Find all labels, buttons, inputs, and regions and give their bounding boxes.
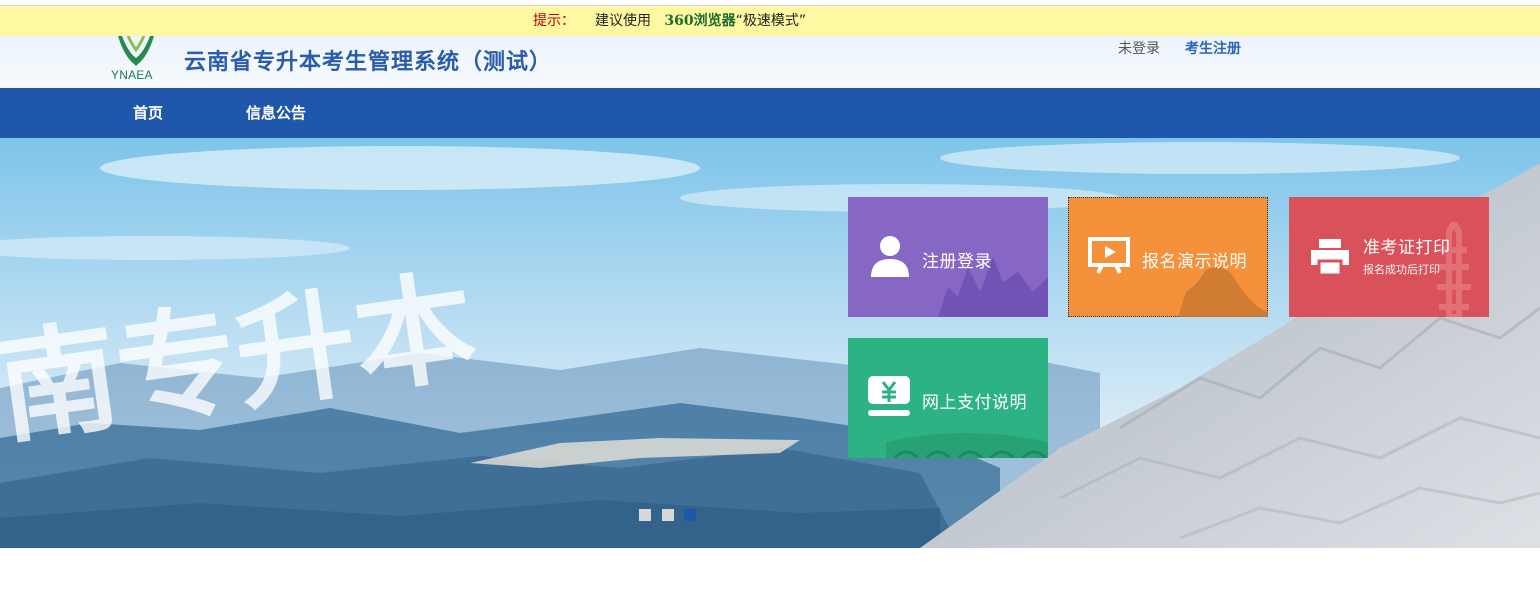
tile-admission-print[interactable]: 准考证打印 报名成功后打印 <box>1289 197 1489 317</box>
tile-register-label: 注册登录 <box>922 252 992 272</box>
tile-online-payment[interactable]: 网上支付说明 <box>848 338 1048 458</box>
slider-dot[interactable] <box>662 509 674 521</box>
tile-demo-label: 报名演示说明 <box>1142 252 1247 272</box>
main-nav: 首页 信息公告 <box>0 88 1540 138</box>
tip-mode: “极速模式” <box>735 13 807 29</box>
bridge-decoration <box>886 433 1048 458</box>
site-header: YNAEA 云南省专升本考生管理系统（测试） 未登录 考生注册 <box>0 36 1540 88</box>
hero-banner: 南专升本 注册登录 报名演示说明 准考证打印 报名成功后打印 网上支付说明 <box>0 138 1540 548</box>
site-title: 云南省专升本考生管理系统（测试） <box>184 49 553 75</box>
browser-tip-bar: 提示： 建议使用 360浏览器“极速模式” <box>0 5 1540 36</box>
login-status: 未登录 <box>1118 41 1160 57</box>
printer-icon <box>1311 239 1349 277</box>
tile-print-sublabel: 报名成功后打印 <box>1363 263 1440 276</box>
tile-print-label: 准考证打印 <box>1363 238 1451 258</box>
tip-text-prefix: 建议使用 <box>595 13 651 29</box>
user-icon <box>871 236 909 277</box>
tile-registration-demo[interactable]: 报名演示说明 <box>1068 197 1268 317</box>
yuan-icon <box>868 376 910 416</box>
tile-register-login[interactable]: 注册登录 <box>848 197 1048 317</box>
slider-dot[interactable] <box>639 509 651 521</box>
slider-dot-active[interactable] <box>684 509 696 521</box>
tip-label: 提示： <box>533 13 575 29</box>
tip-text: 建议使用 360浏览器“极速模式” <box>595 6 806 36</box>
tip-browser-name: 360浏览器 <box>664 13 736 29</box>
nav-item-notices[interactable]: 信息公告 <box>246 88 306 138</box>
logo-text: YNAEA <box>111 68 153 82</box>
play-icon <box>1088 237 1130 274</box>
tile-pay-label: 网上支付说明 <box>922 393 1027 413</box>
register-link[interactable]: 考生注册 <box>1185 38 1241 58</box>
nav-item-home[interactable]: 首页 <box>133 88 163 138</box>
